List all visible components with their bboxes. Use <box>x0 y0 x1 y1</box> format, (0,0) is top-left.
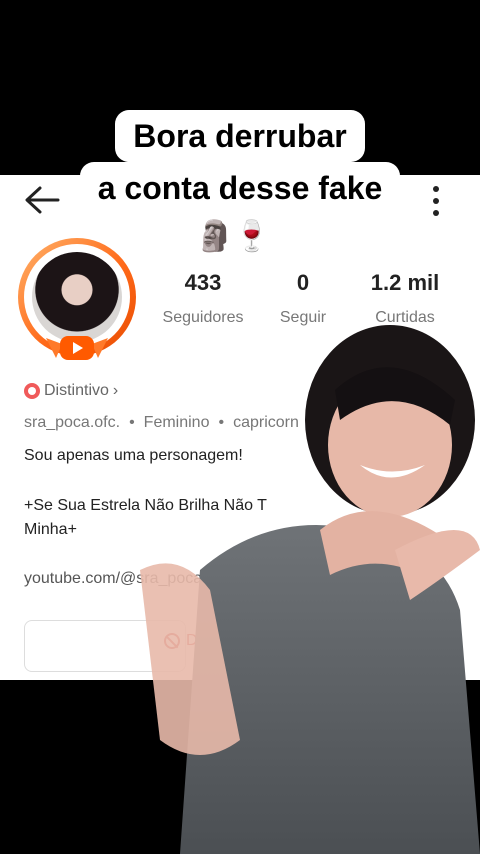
caption-line-2: a conta desse fake <box>0 162 480 214</box>
live-badge-icon <box>46 336 108 360</box>
followers-count: 433 <box>184 270 222 295</box>
avatar-photo <box>32 252 122 342</box>
caption-line-1: Bora derrubar <box>0 110 480 162</box>
likes-count: 1.2 mil <box>370 270 440 295</box>
badge-icon <box>24 383 40 399</box>
username: sra_poca.ofc. <box>24 414 121 431</box>
emoji-line: 🗿🍷 <box>196 219 271 254</box>
badge-label: Distintivo <box>44 382 109 399</box>
following-count: 0 <box>296 270 310 295</box>
badge-link[interactable]: Distintivo › <box>24 382 118 400</box>
caption-text-2: a conta desse fake <box>79 162 401 214</box>
caption-text-1: Bora derrubar <box>115 110 365 162</box>
overlay-person-image <box>140 325 480 854</box>
chevron-right-icon: › <box>112 382 119 399</box>
bio-line-3: Minha+ <box>24 521 77 538</box>
